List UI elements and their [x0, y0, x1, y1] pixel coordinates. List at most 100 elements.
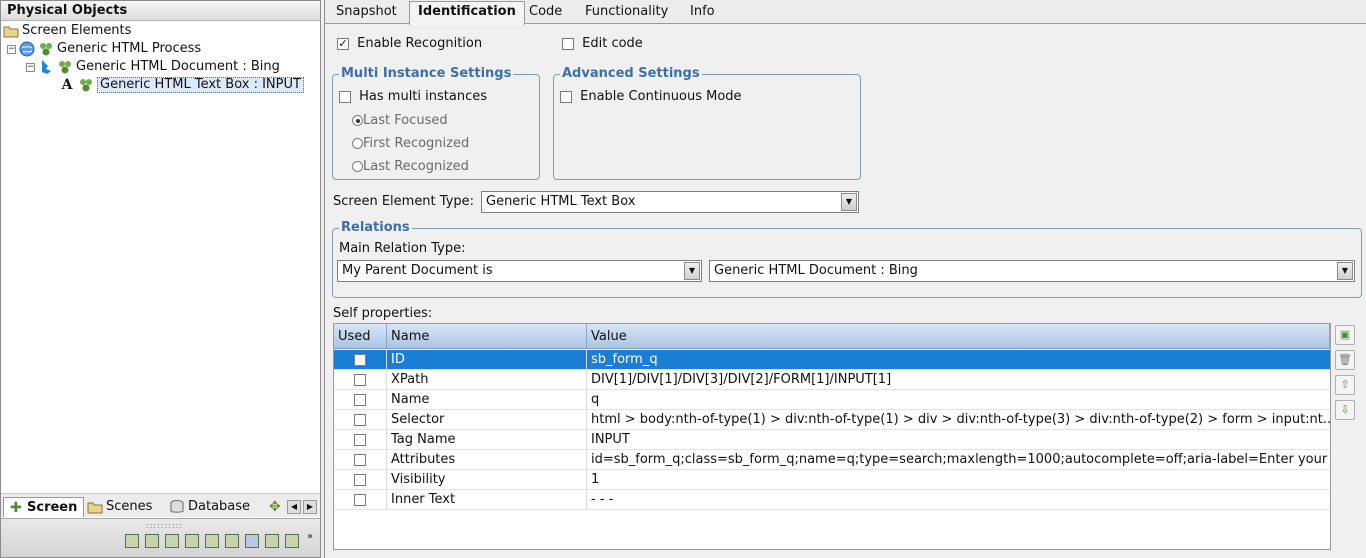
enable-recognition-checkbox[interactable]: ✓ Enable Recognition — [337, 36, 482, 51]
tab-database[interactable]: Database — [169, 497, 250, 517]
properties-panel: Snapshot Identification Code Functionali… — [324, 0, 1366, 558]
table-row[interactable]: XPath DIV[1]/DIV[1]/DIV[3]/DIV[2]/FORM[1]… — [334, 370, 1330, 390]
tree-label: Generic HTML Document : Bing — [76, 59, 280, 74]
name-cell: Inner Text — [387, 490, 587, 510]
group-title: Relations — [339, 220, 412, 235]
screen-element-type-select[interactable]: Generic HTML Text Box ▼ — [481, 191, 859, 213]
move-down-icon[interactable]: ⇩ — [1335, 400, 1355, 420]
used-cell — [334, 450, 387, 470]
windows-tool-icon[interactable] — [285, 534, 299, 548]
more-icon[interactable]: » — [307, 531, 313, 542]
self-properties-label: Self properties: — [333, 306, 433, 321]
relations-group: Relations Main Relation Type: My Parent … — [332, 220, 1362, 298]
tree-label-selected: Generic HTML Text Box : INPUT — [97, 77, 304, 93]
grip-icon[interactable]: :::::::::: — [146, 521, 183, 530]
folder-icon — [87, 499, 103, 515]
active-tool-icon[interactable] — [245, 534, 259, 548]
used-cell — [334, 410, 387, 430]
used-cell — [334, 490, 387, 510]
group-title: Advanced Settings — [560, 66, 702, 81]
dropdown-arrow-icon[interactable]: ▼ — [841, 193, 857, 211]
link-tool-icon[interactable] — [185, 534, 199, 548]
checkbox[interactable] — [354, 493, 366, 506]
tab-bar: Snapshot Identification Code Functionali… — [325, 0, 1366, 25]
checkbox[interactable] — [354, 473, 366, 486]
tab-info[interactable]: Info — [682, 2, 723, 24]
column-header-used[interactable]: Used — [334, 324, 387, 349]
radio-first-recognized[interactable]: First Recognized — [352, 136, 469, 151]
window-tool-icon[interactable] — [265, 534, 279, 548]
value-cell: id=sb_form_q;class=sb_form_q;name=q;type… — [591, 452, 1330, 467]
radio-last-recognized[interactable]: Last Recognized — [352, 159, 469, 174]
table-row[interactable]: Visibility 1 — [334, 470, 1330, 490]
collapse-icon[interactable]: − — [26, 62, 35, 72]
cube-tool-icon[interactable] — [225, 534, 239, 548]
table-row[interactable]: Attributes id=sb_form_q;class=sb_form_q;n… — [334, 450, 1330, 470]
continuous-mode-checkbox[interactable]: Enable Continuous Mode — [560, 89, 742, 104]
group-title: Multi Instance Settings — [339, 66, 514, 81]
name-cell: Selector — [387, 410, 587, 430]
name-cell: Attributes — [387, 450, 587, 470]
checkbox[interactable] — [354, 433, 366, 446]
tab-scenes[interactable]: Scenes — [87, 497, 152, 517]
checkbox-checked[interactable]: ✓ — [354, 353, 366, 366]
objects-tool-icon[interactable] — [125, 534, 139, 548]
checkbox[interactable] — [354, 453, 366, 466]
value-cell: 1 — [591, 472, 600, 487]
delete-property-icon[interactable]: 🗑 — [1335, 350, 1355, 370]
relation-target-select[interactable]: Generic HTML Document : Bing ▼ — [709, 260, 1355, 282]
tree-node-screen-elements[interactable]: Screen Elements — [3, 22, 131, 40]
tree-node-textbox[interactable]: A Generic HTML Text Box : INPUT — [59, 76, 304, 94]
edit-code-checkbox[interactable]: Edit code — [562, 36, 643, 51]
folder-icon — [3, 23, 19, 39]
used-cell — [334, 430, 387, 450]
add-property-icon[interactable]: ▣ — [1335, 325, 1355, 345]
tab-functionality[interactable]: Functionality — [577, 2, 676, 24]
scroll-left-icon[interactable]: ◀ — [287, 500, 301, 514]
table-row[interactable]: Tag Name INPUT — [334, 430, 1330, 450]
tab-screen[interactable]: ✚ Screen — [3, 497, 85, 517]
scroll-right-icon[interactable]: ▶ — [303, 500, 317, 514]
left-bottom-tabs: ✚ Screen Scenes Database ✥ ◀ ▶ — [1, 493, 320, 517]
name-cell: Tag Name — [387, 430, 587, 450]
name-cell: XPath — [387, 370, 587, 390]
puzzle-icon[interactable]: ✥ — [269, 499, 281, 515]
checkbox[interactable] — [354, 373, 366, 386]
collapse-icon[interactable]: − — [7, 44, 16, 54]
tab-identification[interactable]: Identification — [409, 1, 525, 25]
value-cell: sb_form_q — [591, 352, 658, 367]
copy-tool-icon[interactable] — [145, 534, 159, 548]
column-header-name[interactable]: Name — [387, 324, 587, 349]
name-cell: Name — [387, 390, 587, 410]
checkbox-checked[interactable]: ✓ — [337, 37, 349, 50]
has-multi-instances-checkbox[interactable]: Has multi instances — [339, 89, 487, 104]
bing-icon — [38, 59, 54, 75]
checkbox[interactable] — [562, 37, 574, 50]
flag-tool-icon[interactable] — [165, 534, 179, 548]
tab-snapshot[interactable]: Snapshot — [328, 2, 405, 24]
text-icon: A — [61, 77, 73, 93]
screen-icon: ✚ — [10, 499, 22, 516]
tree-label: Screen Elements — [22, 23, 132, 38]
tree-node-process[interactable]: − Generic HTML Process — [7, 40, 201, 58]
dropdown-arrow-icon[interactable]: ▼ — [684, 262, 700, 280]
checkbox[interactable] — [354, 393, 366, 406]
screen-tool-icon[interactable] — [205, 534, 219, 548]
move-up-icon[interactable]: ⇧ — [1335, 375, 1355, 395]
checkbox[interactable] — [354, 413, 366, 426]
value-cell: html > body:nth-of-type(1) > div:nth-of-… — [591, 412, 1330, 427]
table-row[interactable]: ✓ ID sb_form_q — [334, 350, 1330, 370]
advanced-settings-group: Advanced Settings Enable Continuous Mode — [553, 66, 861, 180]
tree-node-document[interactable]: − Generic HTML Document : Bing — [26, 58, 280, 76]
dropdown-arrow-icon[interactable]: ▼ — [1337, 262, 1353, 280]
column-header-value[interactable]: Value — [587, 324, 1330, 349]
used-cell — [334, 370, 387, 390]
table-row[interactable]: Inner Text - - - — [334, 490, 1330, 510]
table-row[interactable]: Name q — [334, 390, 1330, 410]
tab-code[interactable]: Code — [521, 2, 570, 24]
radio-last-focused[interactable]: Last Focused — [352, 113, 448, 128]
panel-title: Physical Objects — [1, 1, 320, 21]
relation-type-select[interactable]: My Parent Document is ▼ — [337, 260, 702, 282]
tree-label: Generic HTML Process — [57, 41, 202, 56]
table-row[interactable]: Selector html > body:nth-of-type(1) > div… — [334, 410, 1330, 430]
